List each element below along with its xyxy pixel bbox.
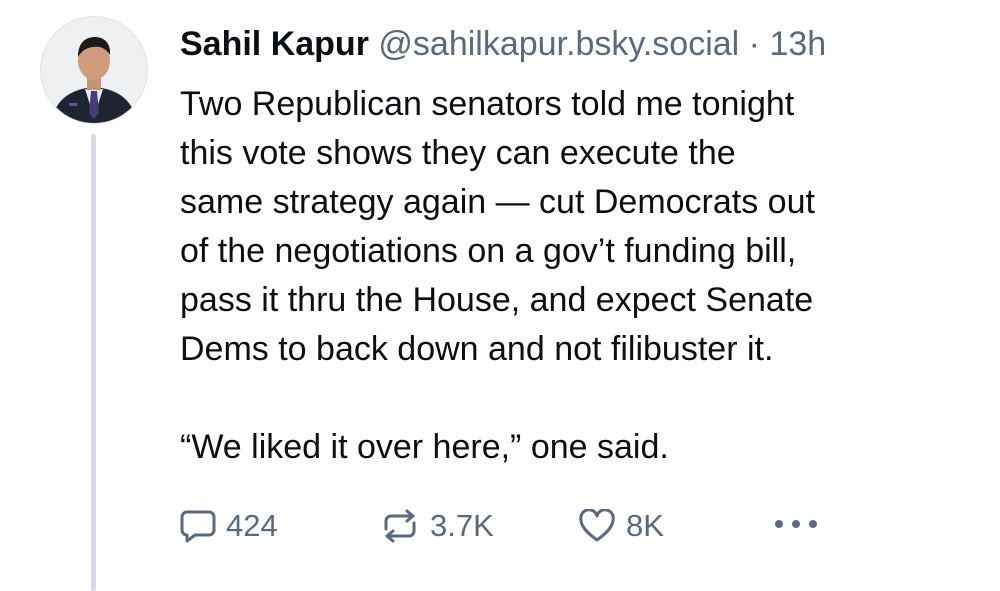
speech-bubble-icon — [180, 509, 216, 543]
reply-button[interactable]: 424 — [180, 505, 278, 547]
post-body: Two Republican senators told me tonight … — [180, 80, 980, 472]
repost-arrows-icon — [380, 509, 420, 543]
post-paragraph: Two Republican senators told me tonight … — [180, 85, 815, 368]
post-timestamp[interactable]: 13h — [769, 25, 826, 63]
post: Sahil Kapur @sahilkapur.bsky.social · 13… — [0, 0, 1000, 591]
post-header: Sahil Kapur @sahilkapur.bsky.social · 13… — [180, 22, 826, 66]
author-handle[interactable]: @sahilkapur.bsky.social — [378, 25, 739, 63]
like-button[interactable]: 8K — [578, 505, 664, 547]
repost-button[interactable]: 3.7K — [380, 505, 494, 547]
header-separator: · — [748, 25, 760, 63]
author-display-name[interactable]: Sahil Kapur — [180, 25, 369, 63]
post-actions: 424 3.7K 8K — [180, 505, 840, 547]
ellipsis-icon — [772, 517, 820, 535]
reply-count: 424 — [226, 508, 278, 543]
thread-line — [91, 134, 96, 591]
more-options-button[interactable] — [772, 505, 820, 547]
repost-count: 3.7K — [430, 508, 494, 543]
heart-icon — [578, 509, 616, 543]
post-paragraph: “We liked it over here,” one said. — [180, 428, 669, 466]
like-count: 8K — [626, 508, 664, 543]
author-avatar[interactable] — [40, 16, 148, 124]
